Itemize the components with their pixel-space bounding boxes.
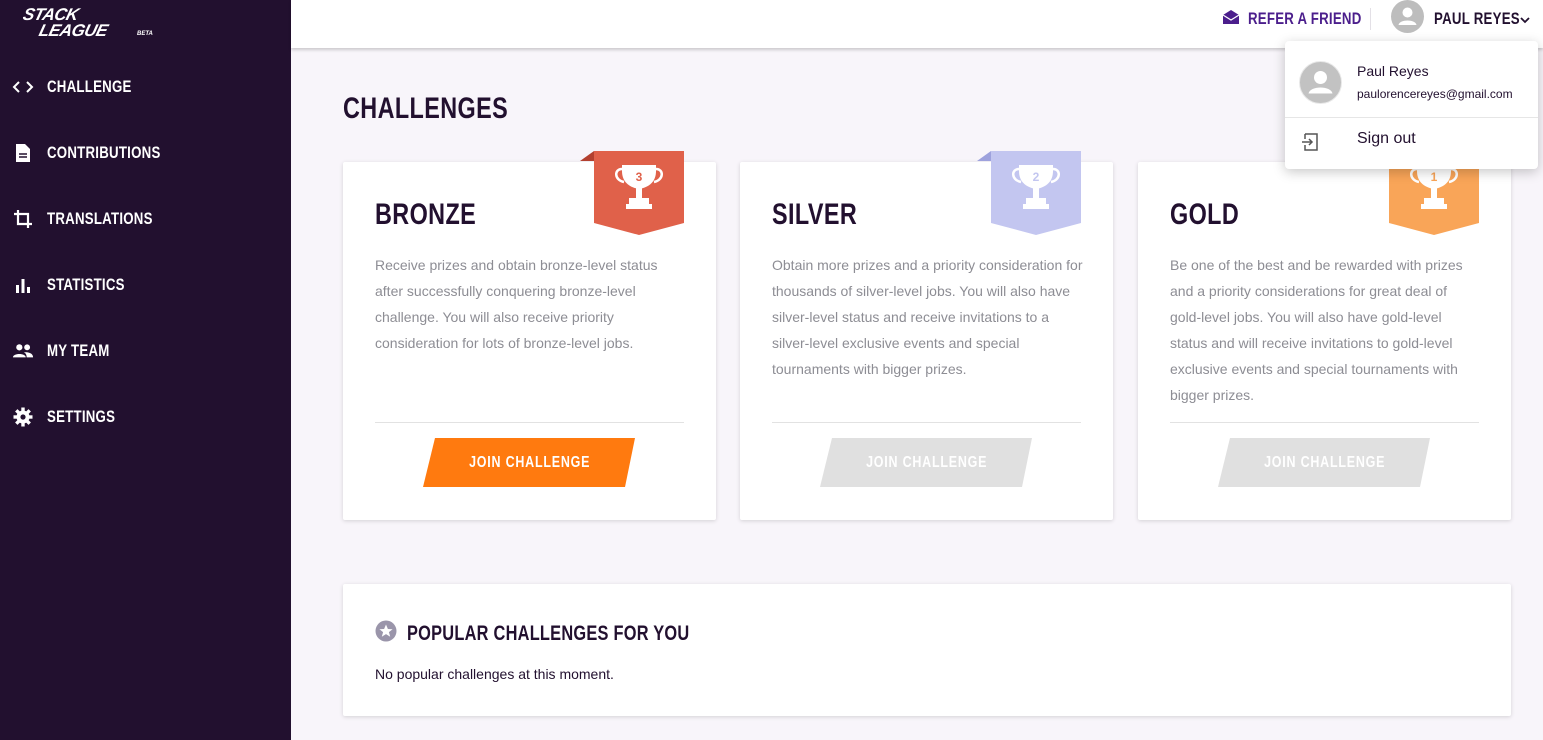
sidebar-item-label: TRANSLATIONS (47, 209, 153, 228)
challenge-card-silver: 2 SILVER Obtain more prizes and a priori… (740, 151, 1113, 520)
rank-number: 1 (1431, 170, 1438, 184)
join-challenge-button-bronze[interactable]: JOIN CHALLENGE (423, 438, 637, 487)
dropdown-user-name: Paul Reyes (1357, 63, 1429, 79)
sidebar-item-label: STATISTICS (47, 275, 125, 294)
trophy-badge-bronze: 3 (580, 151, 684, 235)
avatar-icon (1299, 61, 1342, 104)
gear-icon (12, 406, 34, 428)
join-challenge-label: JOIN CHALLENGE (1264, 453, 1386, 471)
popular-empty-text: No popular challenges at this moment. (375, 666, 614, 682)
dropdown-user-email: paulorencereyes@gmail.com (1357, 87, 1513, 101)
rank-number: 2 (1033, 170, 1040, 184)
sidebar-item-label: SETTINGS (47, 407, 116, 426)
sidebar-item-translations[interactable]: TRANSLATIONS (0, 192, 291, 246)
join-challenge-button-silver[interactable]: JOIN CHALLENGE (820, 438, 1034, 487)
sidebar-item-settings[interactable]: SETTINGS (0, 390, 291, 444)
popular-challenges-header: POPULAR CHALLENGES FOR YOU (375, 620, 769, 647)
logo-beta-tag: BETA (137, 31, 153, 37)
envelope-icon (1222, 9, 1240, 30)
tier-description: Receive prizes and obtain bronze-level s… (375, 257, 658, 351)
join-challenge-button-gold[interactable]: JOIN CHALLENGE (1218, 438, 1432, 487)
challenge-card-bronze: 3 BRONZE Receive prizes and obtain bronz… (343, 151, 716, 520)
logo-text-league: LEAGUE (37, 20, 111, 38)
sidebar-item-contributions[interactable]: CONTRIBUTIONS (0, 126, 291, 180)
popular-challenges-title: POPULAR CHALLENGES FOR YOU (407, 621, 690, 645)
chevron-down-icon (1519, 12, 1531, 30)
document-icon (12, 142, 34, 164)
sidebar-item-label: CHALLENGE (47, 77, 132, 96)
code-icon (12, 76, 34, 98)
trophy-badge-silver: 2 (977, 151, 1081, 235)
sidebar-item-label: CONTRIBUTIONS (47, 143, 161, 162)
tier-title: GOLD (1170, 198, 1240, 231)
tier-title: BRONZE (375, 198, 477, 231)
topbar-divider (1370, 8, 1371, 30)
challenge-card-gold: 1 GOLD Be one of the best and be rewarde… (1138, 151, 1511, 520)
sidebar-item-my-team[interactable]: MY TEAM (0, 324, 291, 378)
user-dropdown-menu: Paul Reyes paulorencereyes@gmail.com Sig… (1285, 41, 1538, 169)
page-title: CHALLENGES (343, 92, 509, 125)
bar-chart-icon (12, 274, 34, 296)
crop-icon (12, 208, 34, 230)
join-challenge-label: JOIN CHALLENGE (866, 453, 988, 471)
sign-out-label: Sign out (1357, 130, 1416, 147)
join-challenge-label: JOIN CHALLENGE (469, 453, 591, 471)
sign-out-icon (1301, 132, 1321, 157)
sign-out-button[interactable]: Sign out (1285, 118, 1538, 166)
popular-challenges-panel: POPULAR CHALLENGES FOR YOU No popular ch… (343, 584, 1511, 716)
card-divider (375, 422, 684, 423)
user-menu-toggle[interactable]: PAUL REYES (1391, 0, 1530, 38)
tier-title: SILVER (772, 198, 858, 231)
sidebar-item-label: MY TEAM (47, 341, 110, 360)
stackleague-logo[interactable]: STACK LEAGUE BETA (16, 4, 166, 38)
card-divider (1170, 422, 1479, 423)
sidebar-item-statistics[interactable]: STATISTICS (0, 258, 291, 312)
rank-number: 3 (636, 170, 643, 184)
star-icon (375, 620, 397, 647)
refer-a-friend-link[interactable]: REFER A FRIEND (1222, 9, 1394, 29)
people-icon (12, 340, 34, 362)
tier-description: Obtain more prizes and a priority consid… (772, 257, 1083, 377)
sidebar-item-challenge[interactable]: CHALLENGE (0, 60, 291, 114)
card-divider (772, 422, 1081, 423)
avatar-icon (1391, 0, 1424, 38)
tier-description: Be one of the best and be rewarded with … (1170, 257, 1463, 403)
refer-a-friend-label: REFER A FRIEND (1248, 9, 1362, 28)
user-name: PAUL REYES (1434, 9, 1520, 28)
sidebar: STACK LEAGUE BETA CHALLENGE CONTRIBUTION… (0, 0, 291, 740)
